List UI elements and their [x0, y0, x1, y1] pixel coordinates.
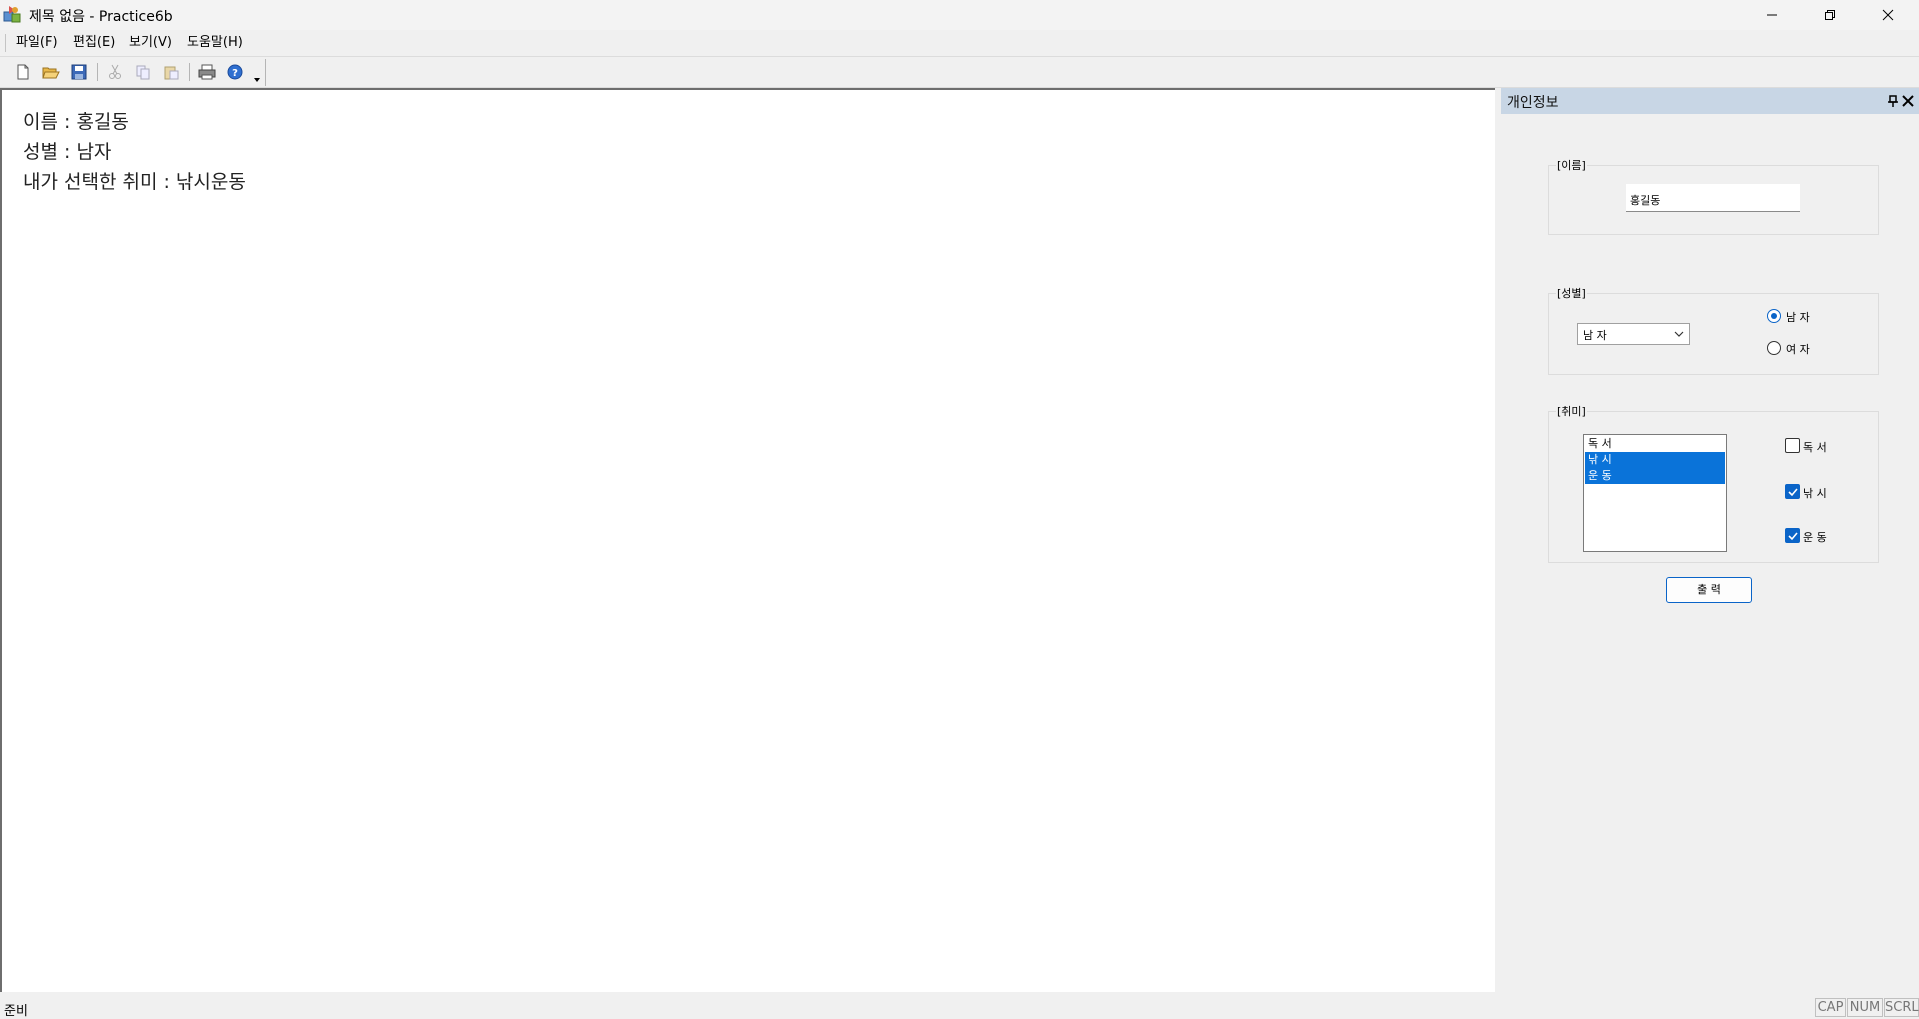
- print-output-button[interactable]: 출 력: [1666, 577, 1752, 603]
- svg-text:?: ?: [232, 68, 238, 79]
- menu-edit[interactable]: 편집(E): [68, 34, 120, 52]
- hobby-listbox[interactable]: 독 서 낚 시 운 동: [1583, 434, 1727, 552]
- list-item[interactable]: 낚 시: [1585, 452, 1725, 468]
- save-button[interactable]: [68, 61, 90, 83]
- pane-header: 개인정보: [1501, 88, 1919, 114]
- menu-grip: [5, 34, 6, 52]
- name-input[interactable]: [1626, 184, 1800, 212]
- toolbar-separator: [97, 63, 98, 81]
- hobby-group-label: [취미]: [1556, 403, 1587, 419]
- doc-line-hobby: 내가 선택한 취미 : 낚시운동: [23, 171, 246, 193]
- list-item[interactable]: 운 동: [1585, 468, 1725, 484]
- checkbox-reading-label: 독 서: [1803, 441, 1827, 454]
- new-icon: [17, 64, 29, 80]
- open-icon: [42, 67, 60, 79]
- name-group-label: [이름]: [1556, 157, 1587, 173]
- checkbox-exercise[interactable]: [1785, 528, 1800, 543]
- radio-male-label: 남 자: [1786, 311, 1810, 324]
- document-view[interactable]: 이름 : 홍길동 성별 : 남자 내가 선택한 취미 : 낚시운동: [0, 88, 1495, 992]
- new-button[interactable]: [12, 61, 34, 83]
- toolbar: ?: [0, 56, 1919, 88]
- paste-icon: [164, 66, 179, 80]
- menu-help[interactable]: 도움말(H): [182, 34, 248, 52]
- restore-icon: [1825, 10, 1835, 20]
- chevron-down-icon[interactable]: [1673, 328, 1685, 340]
- minimize-button[interactable]: [1743, 0, 1801, 30]
- toolbar-separator: [189, 63, 190, 81]
- check-icon: [1788, 532, 1798, 541]
- restore-button[interactable]: [1801, 0, 1859, 30]
- pane-close-icon[interactable]: [1901, 94, 1915, 108]
- cut-button[interactable]: [104, 61, 126, 83]
- print-button-toolbar[interactable]: [196, 61, 218, 83]
- scrl-indicator: SCRL: [1884, 998, 1919, 1017]
- help-button[interactable]: ?: [224, 61, 246, 83]
- menu-bar: 파일(F) 편집(E) 보기(V) 도움말(H): [0, 30, 1919, 56]
- cap-indicator: CAP: [1815, 998, 1846, 1017]
- gender-combo-value: 남 자: [1583, 329, 1607, 342]
- menu-file[interactable]: 파일(F): [11, 34, 63, 52]
- copy-button[interactable]: [132, 61, 154, 83]
- window-title: 제목 없음 - Practice6b: [29, 9, 173, 25]
- checkbox-fishing-label: 낚 시: [1803, 487, 1827, 500]
- gender-group-label: [성별]: [1556, 285, 1587, 301]
- doc-line-gender: 성별 : 남자: [23, 141, 112, 163]
- copy-icon: [136, 65, 150, 80]
- checkbox-fishing[interactable]: [1785, 484, 1800, 499]
- pin-icon[interactable]: [1886, 94, 1900, 108]
- print-icon: [198, 64, 216, 80]
- list-item[interactable]: 독 서: [1585, 436, 1725, 452]
- pane-title: 개인정보: [1507, 95, 1559, 111]
- checkbox-exercise-label: 운 동: [1803, 531, 1827, 544]
- cut-icon: [109, 64, 121, 79]
- minimize-icon: [1767, 14, 1777, 16]
- practice-app-icon[interactable]: [3, 5, 21, 23]
- menu-view[interactable]: 보기(V): [124, 34, 177, 52]
- close-icon: [1882, 9, 1894, 21]
- radio-female[interactable]: [1767, 341, 1781, 355]
- open-button[interactable]: [40, 61, 62, 83]
- status-bar: 준비 CAP NUM SCRL: [0, 995, 1919, 1019]
- doc-line-name: 이름 : 홍길동: [23, 111, 129, 133]
- num-indicator: NUM: [1847, 998, 1883, 1017]
- help-icon: ?: [227, 64, 243, 80]
- save-icon: [71, 64, 87, 80]
- radio-female-label: 여 자: [1786, 343, 1810, 356]
- paste-button[interactable]: [160, 61, 182, 83]
- status-text: 준비: [4, 1004, 28, 1019]
- overflow-arrow-icon[interactable]: [253, 72, 261, 82]
- radio-male[interactable]: [1767, 309, 1781, 323]
- close-button[interactable]: [1859, 0, 1917, 30]
- title-bar: 제목 없음 - Practice6b: [0, 0, 1919, 30]
- check-icon: [1788, 488, 1798, 497]
- checkbox-reading[interactable]: [1785, 438, 1800, 453]
